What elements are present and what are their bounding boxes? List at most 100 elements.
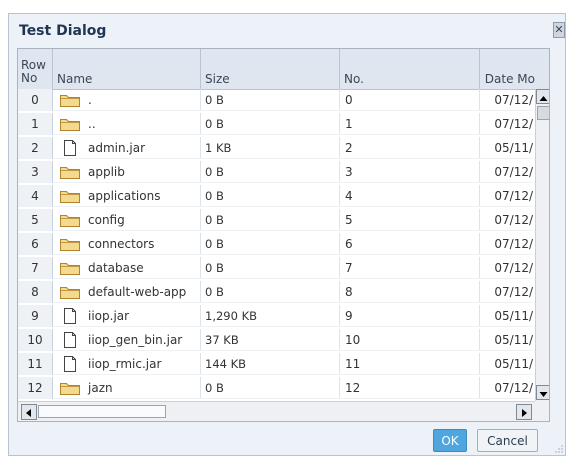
column-header-size[interactable]: Size xyxy=(201,49,340,89)
row-divider xyxy=(53,182,549,183)
name-cell[interactable]: . xyxy=(53,89,201,111)
folder-icon xyxy=(59,188,81,204)
row-divider xyxy=(53,206,549,207)
size-cell: 0 B xyxy=(201,281,340,303)
column-header-no[interactable]: No. xyxy=(340,49,480,89)
file-name: applications xyxy=(88,189,161,203)
name-cell[interactable]: database xyxy=(53,257,201,279)
name-cell[interactable]: admin.jar xyxy=(53,137,201,159)
table-row[interactable]: 8 default-web-app 0 B 8 07/12/ xyxy=(18,281,549,303)
size-cell: 1 KB xyxy=(201,137,340,159)
horizontal-scroll-thumb[interactable] xyxy=(38,405,166,418)
table-row[interactable]: 7 database 0 B 7 07/12/ xyxy=(18,257,549,279)
name-cell[interactable]: iiop_gen_bin.jar xyxy=(53,329,201,351)
name-cell[interactable]: default-web-app xyxy=(53,281,201,303)
table-header: Row No Name Size No. Date Mo xyxy=(18,49,549,90)
folder-icon xyxy=(59,260,81,276)
size-cell: 0 B xyxy=(201,257,340,279)
table-row[interactable]: 4 applications 0 B 4 07/12/ xyxy=(18,185,549,207)
name-cell[interactable]: iiop_rmic.jar xyxy=(53,353,201,375)
resize-grip-icon[interactable] xyxy=(555,445,563,453)
table-row[interactable]: 6 connectors 0 B 6 07/12/ xyxy=(18,233,549,255)
name-cell[interactable]: iiop.jar xyxy=(53,305,201,327)
arrow-down-icon xyxy=(539,392,548,397)
name-cell[interactable]: applications xyxy=(53,185,201,207)
size-cell: 144 KB xyxy=(201,353,340,375)
arrow-right-icon xyxy=(522,409,527,417)
scroll-left-button[interactable] xyxy=(21,404,37,420)
row-divider xyxy=(53,230,549,231)
name-cell[interactable]: .. xyxy=(53,113,201,135)
number-cell: 0 xyxy=(340,89,480,111)
close-icon[interactable]: ✕ xyxy=(553,22,565,38)
folder-icon xyxy=(59,164,81,180)
folder-icon xyxy=(59,380,81,396)
table-row[interactable]: 5 config 0 B 5 07/12/ xyxy=(18,209,549,231)
size-cell: 0 B xyxy=(201,161,340,183)
date-modified-cell: 07/12/ xyxy=(494,117,533,131)
row-divider xyxy=(53,278,549,279)
number-cell: 8 xyxy=(340,281,480,303)
folder-icon xyxy=(59,116,81,132)
row-divider xyxy=(53,398,549,399)
scroll-up-button[interactable] xyxy=(536,89,549,104)
date-modified-cell: 05/11/ xyxy=(494,309,533,323)
date-modified-cell: 07/12/ xyxy=(494,165,533,179)
name-cell[interactable]: config xyxy=(53,209,201,231)
table-row[interactable]: 2 admin.jar 1 KB 2 05/11/ xyxy=(18,137,549,159)
file-name: default-web-app xyxy=(88,285,187,299)
dialog-title: Test Dialog xyxy=(19,23,107,39)
horizontal-scrollbar[interactable] xyxy=(18,401,535,421)
scroll-right-button[interactable] xyxy=(516,404,532,420)
name-cell[interactable]: jazn xyxy=(53,377,201,399)
column-header-size-label: Size xyxy=(205,72,230,86)
row-number: 5 xyxy=(18,209,53,231)
folder-icon xyxy=(59,212,81,228)
column-header-row-no[interactable]: Row No xyxy=(18,49,53,89)
date-modified-cell: 07/12/ xyxy=(494,381,533,395)
date-modified-cell: 07/12/ xyxy=(494,261,533,275)
size-cell: 0 B xyxy=(201,233,340,255)
size-cell: 0 B xyxy=(201,89,340,111)
table-row[interactable]: 3 applib 0 B 3 07/12/ xyxy=(18,161,549,183)
vertical-scrollbar[interactable] xyxy=(535,89,549,401)
row-number: 10 xyxy=(18,329,53,351)
table-row[interactable]: 1.. 0 B 1 07/12/ xyxy=(18,113,549,135)
number-cell: 9 xyxy=(340,305,480,327)
folder-icon xyxy=(59,92,81,108)
row-divider xyxy=(53,134,549,135)
column-header-no-label: No. xyxy=(344,72,364,86)
file-icon xyxy=(59,356,81,372)
file-name: admin.jar xyxy=(88,141,146,155)
ok-button[interactable]: OK xyxy=(433,429,467,452)
file-name: connectors xyxy=(88,237,155,251)
column-header-date-modified[interactable]: Date Mo xyxy=(480,49,535,89)
vertical-scroll-thumb[interactable] xyxy=(537,106,549,120)
dialog-titlebar[interactable]: Test Dialog ✕ xyxy=(9,14,565,48)
table-row[interactable]: 9 iiop.jar 1,290 KB 9 05/11/ xyxy=(18,305,549,327)
cancel-button[interactable]: Cancel xyxy=(477,429,538,452)
table-row[interactable]: 12 jazn 0 B 12 07/12/ xyxy=(18,377,549,399)
row-number: 0 xyxy=(18,89,53,111)
table-row[interactable]: 0.0 B 0 07/12/ xyxy=(18,89,549,111)
column-header-name[interactable]: Name xyxy=(53,49,201,89)
name-cell[interactable]: applib xyxy=(53,161,201,183)
scrollbar-corner xyxy=(535,401,549,421)
date-modified-cell: 07/12/ xyxy=(494,213,533,227)
row-number: 3 xyxy=(18,161,53,183)
number-cell: 10 xyxy=(340,329,480,351)
row-divider xyxy=(53,302,549,303)
name-cell[interactable]: connectors xyxy=(53,233,201,255)
row-no-header-line2: No xyxy=(21,71,38,85)
date-modified-cell: 07/12/ xyxy=(494,285,533,299)
date-modified-cell: 05/11/ xyxy=(494,141,533,155)
scroll-down-button[interactable] xyxy=(536,385,549,400)
arrow-up-icon xyxy=(539,96,548,101)
file-name: config xyxy=(88,213,125,227)
file-name: iiop.jar xyxy=(88,309,130,323)
number-cell: 12 xyxy=(340,377,480,399)
table-row[interactable]: 10 iiop_gen_bin.jar 37 KB 10 05/11/ xyxy=(18,329,549,351)
size-cell: 0 B xyxy=(201,209,340,231)
table-row[interactable]: 11 iiop_rmic.jar 144 KB 11 05/11/ xyxy=(18,353,549,375)
row-number: 12 xyxy=(18,377,53,399)
